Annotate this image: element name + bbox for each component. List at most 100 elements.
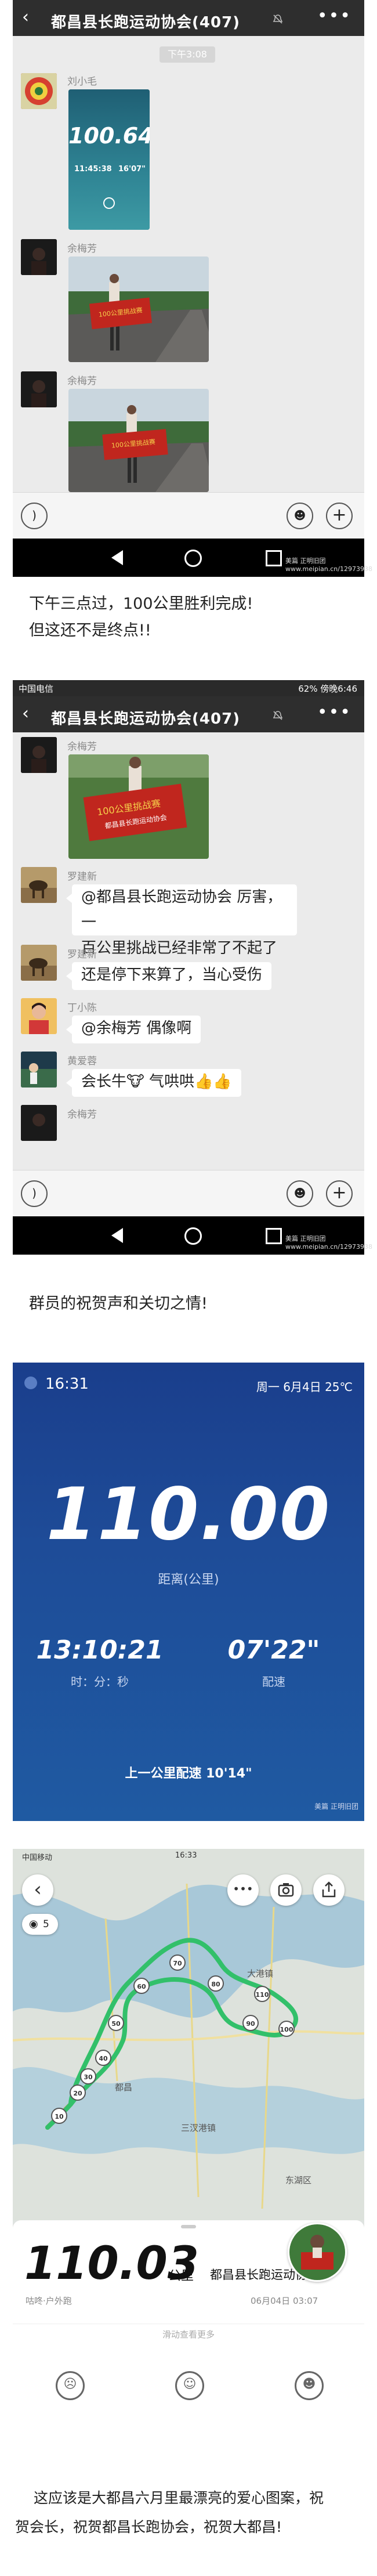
- run-summary-panel: 16:31 周一 6月4日 25℃ 110.00 距离(公里) 13:10:21…: [13, 1363, 364, 1821]
- app-logo-icon: [24, 1376, 37, 1389]
- distance-marker: 60: [133, 1978, 150, 1994]
- runner-avatar[interactable]: [288, 2223, 347, 2282]
- sender-name: 刘小毛: [67, 76, 97, 88]
- run-record-screenshot[interactable]: 100.64 11:45:38 16'07": [68, 89, 150, 230]
- back-nav-icon[interactable]: [111, 550, 123, 565]
- watermark: 美篇 正明旧团 www.meipian.cn/12973938: [285, 557, 372, 573]
- message-bubble[interactable]: 还是停下来算了，当心受伤: [66, 962, 272, 990]
- carrier: 中国电信: [19, 684, 54, 694]
- more-options-icon[interactable]: •••: [317, 702, 351, 722]
- emoji-icon[interactable]: ☻: [287, 503, 313, 529]
- emoji-icon[interactable]: ☻: [287, 1180, 313, 1207]
- share-button[interactable]: [313, 1874, 345, 1906]
- distance-marker: 80: [208, 1975, 224, 1992]
- sender-name: 罗建新: [67, 949, 97, 960]
- input-bar: ) ☻ +: [13, 1170, 364, 1217]
- camera-button[interactable]: [270, 1874, 302, 1906]
- time-stamp: 下午3:08: [160, 46, 215, 63]
- runner-banner-photo[interactable]: 100公里挑战赛 都昌县长跑运动协会: [68, 754, 209, 859]
- back-button[interactable]: ‹: [22, 1874, 53, 1906]
- screenshot-distance: 100.64: [68, 123, 150, 149]
- mute-bell-icon: [273, 711, 283, 720]
- back-nav-icon[interactable]: [111, 1228, 123, 1243]
- android-nav-bar: 美篇 正明旧团 www.meipian.cn/12973938: [13, 1216, 372, 1255]
- distance-marker: 10: [51, 2108, 67, 2124]
- voice-icon[interactable]: ): [21, 1180, 48, 1207]
- caption-line: 下午三点过，100公里胜利完成!: [29, 595, 253, 613]
- distance-unit: 公里: [168, 2269, 194, 2284]
- place-label: 都昌: [115, 2082, 133, 2093]
- avatar[interactable]: [21, 737, 57, 773]
- message-text: 还是停下来算了，当心受伤: [81, 966, 263, 984]
- plus-icon[interactable]: +: [326, 503, 353, 529]
- map-pin-icon: ◉: [29, 1918, 38, 1930]
- avatar[interactable]: [21, 1052, 57, 1088]
- message-text: 会长牛🐮 气哄哄👍👍: [81, 1073, 232, 1090]
- runner-banner-photo[interactable]: 100公里挑战赛: [68, 256, 209, 362]
- chat-header: ‹ 都昌县长跑运动协会(407) •••: [13, 696, 364, 732]
- more-button[interactable]: •••: [227, 1874, 259, 1906]
- chat-area-2: 余梅芳 100公里挑战赛 都昌县长跑运动协会 罗建新 @都昌县长跑运动协会 厉害，…: [13, 732, 364, 1170]
- place-label: 三汊港镇: [181, 2123, 216, 2133]
- app-source: 咕咚·户外跑: [26, 2296, 72, 2306]
- sender-name: 余梅芳: [67, 243, 97, 255]
- status-bar: 中国移动 16:33: [19, 1849, 358, 1865]
- avatar[interactable]: [21, 1105, 57, 1141]
- more-options-icon[interactable]: •••: [317, 6, 351, 26]
- run-date: 06月04日 03:07: [251, 2296, 318, 2306]
- photo-pin-count[interactable]: ◉ 5: [22, 1914, 58, 1935]
- sender-name: 余梅芳: [67, 375, 97, 387]
- map-canvas[interactable]: [13, 1849, 364, 2220]
- avatar[interactable]: [21, 73, 57, 109]
- sad-face-icon[interactable]: ☹: [56, 2371, 85, 2400]
- date-weather: 周一 6月4日 25℃: [256, 1380, 353, 1394]
- total-distance: 110.00: [46, 1473, 331, 1556]
- happy-face-icon[interactable]: ☻: [295, 2371, 324, 2400]
- sender-name: 丁小陈: [67, 1002, 97, 1014]
- share-icon: [322, 1881, 336, 1898]
- home-nav-icon[interactable]: [184, 1227, 202, 1245]
- summary-sheet[interactable]: 110.03 公里 都昌县长跑运动协... 咕咚·户外跑 06月04日 03:0…: [13, 2220, 364, 2436]
- voice-icon[interactable]: ): [21, 503, 48, 529]
- plus-icon[interactable]: +: [326, 1180, 353, 1207]
- avatar[interactable]: [21, 998, 57, 1034]
- android-nav-bar: 美篇 正明旧团 www.meipian.cn/12973938: [13, 539, 372, 577]
- clock: 16:31: [45, 1375, 89, 1393]
- message-bubble[interactable]: 会长牛🐮 气哄哄👍👍: [66, 1069, 241, 1097]
- home-nav-icon[interactable]: [184, 550, 202, 567]
- avatar[interactable]: [21, 867, 57, 903]
- place-label: 东湖区: [285, 2175, 312, 2185]
- avatar[interactable]: [21, 239, 57, 275]
- message-bubble[interactable]: @都昌县长跑运动协会 厉害，一 百公里挑战已经非常了不起了: [66, 884, 297, 957]
- chat-header: ‹ 都昌县长跑运动协会(407) •••: [13, 0, 364, 36]
- duration-value: 13:10:21: [36, 1635, 164, 1665]
- camera-icon: [278, 1883, 294, 1897]
- recents-nav-icon[interactable]: [266, 1228, 282, 1244]
- pause-icon: [103, 197, 115, 209]
- back-arrow-icon[interactable]: ‹: [22, 7, 29, 28]
- caption-line: 贺会长，祝贺都昌长跑协会，祝贺大都昌!: [15, 2519, 282, 2535]
- carrier: 中国移动: [22, 1854, 53, 1862]
- back-arrow-icon[interactable]: ‹: [22, 703, 29, 724]
- message-text: @余梅芳 偶像啊: [81, 1020, 192, 1037]
- caption-line: 群员的祝贺声和关切之情!: [29, 1295, 208, 1313]
- avatar[interactable]: [21, 945, 57, 981]
- neutral-face-icon[interactable]: ☺: [175, 2371, 204, 2400]
- screenshot-time: 11:45:38: [74, 165, 112, 174]
- caption-line: 但这还不是终点!!: [29, 622, 151, 640]
- watermark: 美篇 正明旧团 www.meipian.cn/12973938: [285, 1235, 372, 1251]
- distance-marker: 70: [169, 1954, 186, 1971]
- drag-handle[interactable]: [181, 2225, 196, 2228]
- avatar[interactable]: [21, 371, 57, 407]
- sender-name: 罗建新: [67, 871, 97, 883]
- group-title: 都昌县长跑运动协会(407): [51, 14, 241, 31]
- recents-nav-icon[interactable]: [266, 550, 282, 566]
- last-km-pace: 上一公里配速 10'14": [125, 1766, 252, 1781]
- battery-time: 62% 傍晚6:46: [298, 684, 357, 694]
- sender-name: 余梅芳: [67, 1109, 97, 1121]
- message-text: @都昌县长跑运动协会 厉害，一: [81, 888, 282, 931]
- clock: 16:33: [175, 1851, 197, 1860]
- runner-banner-photo[interactable]: 100公里挑战赛: [68, 389, 209, 492]
- message-bubble[interactable]: @余梅芳 偶像啊: [66, 1016, 201, 1043]
- distance-marker: 100: [278, 2021, 295, 2037]
